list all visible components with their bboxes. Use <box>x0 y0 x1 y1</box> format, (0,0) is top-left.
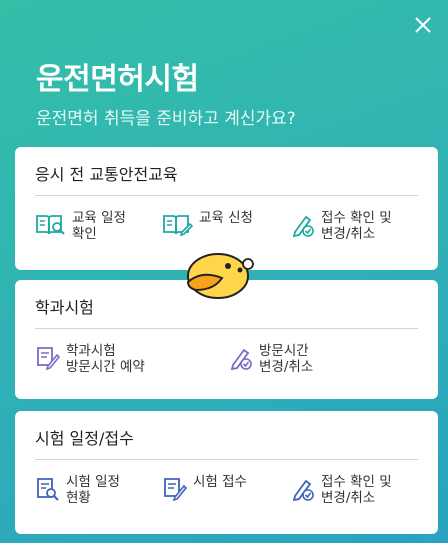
item-label: 접수 확인 및 변경/취소 <box>321 210 392 242</box>
page-title: 운전면허시험 <box>36 62 199 97</box>
item-label: 교육 신청 <box>199 210 253 226</box>
exam-apply-button[interactable]: 시험 접수 <box>162 474 247 502</box>
doc-pen-icon <box>37 347 61 371</box>
doc-pen-icon <box>164 478 188 502</box>
item-label: 교육 일정 확인 <box>72 210 126 242</box>
card-title: 응시 전 교통안전교육 <box>35 147 418 196</box>
close-icon[interactable] <box>412 14 434 36</box>
visit-time-reserve-button[interactable]: 학과시험 방문시간 예약 <box>35 343 145 375</box>
item-label: 시험 일정 현황 <box>66 474 120 506</box>
page-subtitle: 운전면허 취득을 준비하고 계신가요? <box>36 109 296 129</box>
item-label: 학과시험 방문시간 예약 <box>66 343 145 375</box>
card-exam-schedule: 시험 일정/접수 시험 일정 현황 시험 접수 접수 확인 및 변경/취소 <box>15 411 438 534</box>
item-label: 방문시간 변경/취소 <box>259 343 314 375</box>
education-schedule-button[interactable]: 교육 일정 확인 <box>35 210 126 242</box>
item-label: 접수 확인 및 변경/취소 <box>321 474 392 506</box>
pen-check-icon <box>292 215 314 238</box>
duck-mascot-icon <box>186 253 254 299</box>
exam-confirm-button[interactable]: 접수 확인 및 변경/취소 <box>290 474 392 506</box>
exam-schedule-status-button[interactable]: 시험 일정 현황 <box>35 474 120 506</box>
visit-time-change-button[interactable]: 방문시간 변경/취소 <box>228 343 313 375</box>
pen-check-icon <box>292 479 314 502</box>
education-confirm-button[interactable]: 접수 확인 및 변경/취소 <box>290 210 392 242</box>
item-label: 시험 접수 <box>193 474 247 490</box>
book-pen-icon <box>163 215 194 237</box>
education-apply-button[interactable]: 교육 신청 <box>162 210 253 238</box>
card-title: 시험 일정/접수 <box>35 411 418 460</box>
pen-check-icon <box>230 348 252 371</box>
book-search-icon <box>36 215 65 235</box>
doc-search-icon <box>37 478 59 501</box>
